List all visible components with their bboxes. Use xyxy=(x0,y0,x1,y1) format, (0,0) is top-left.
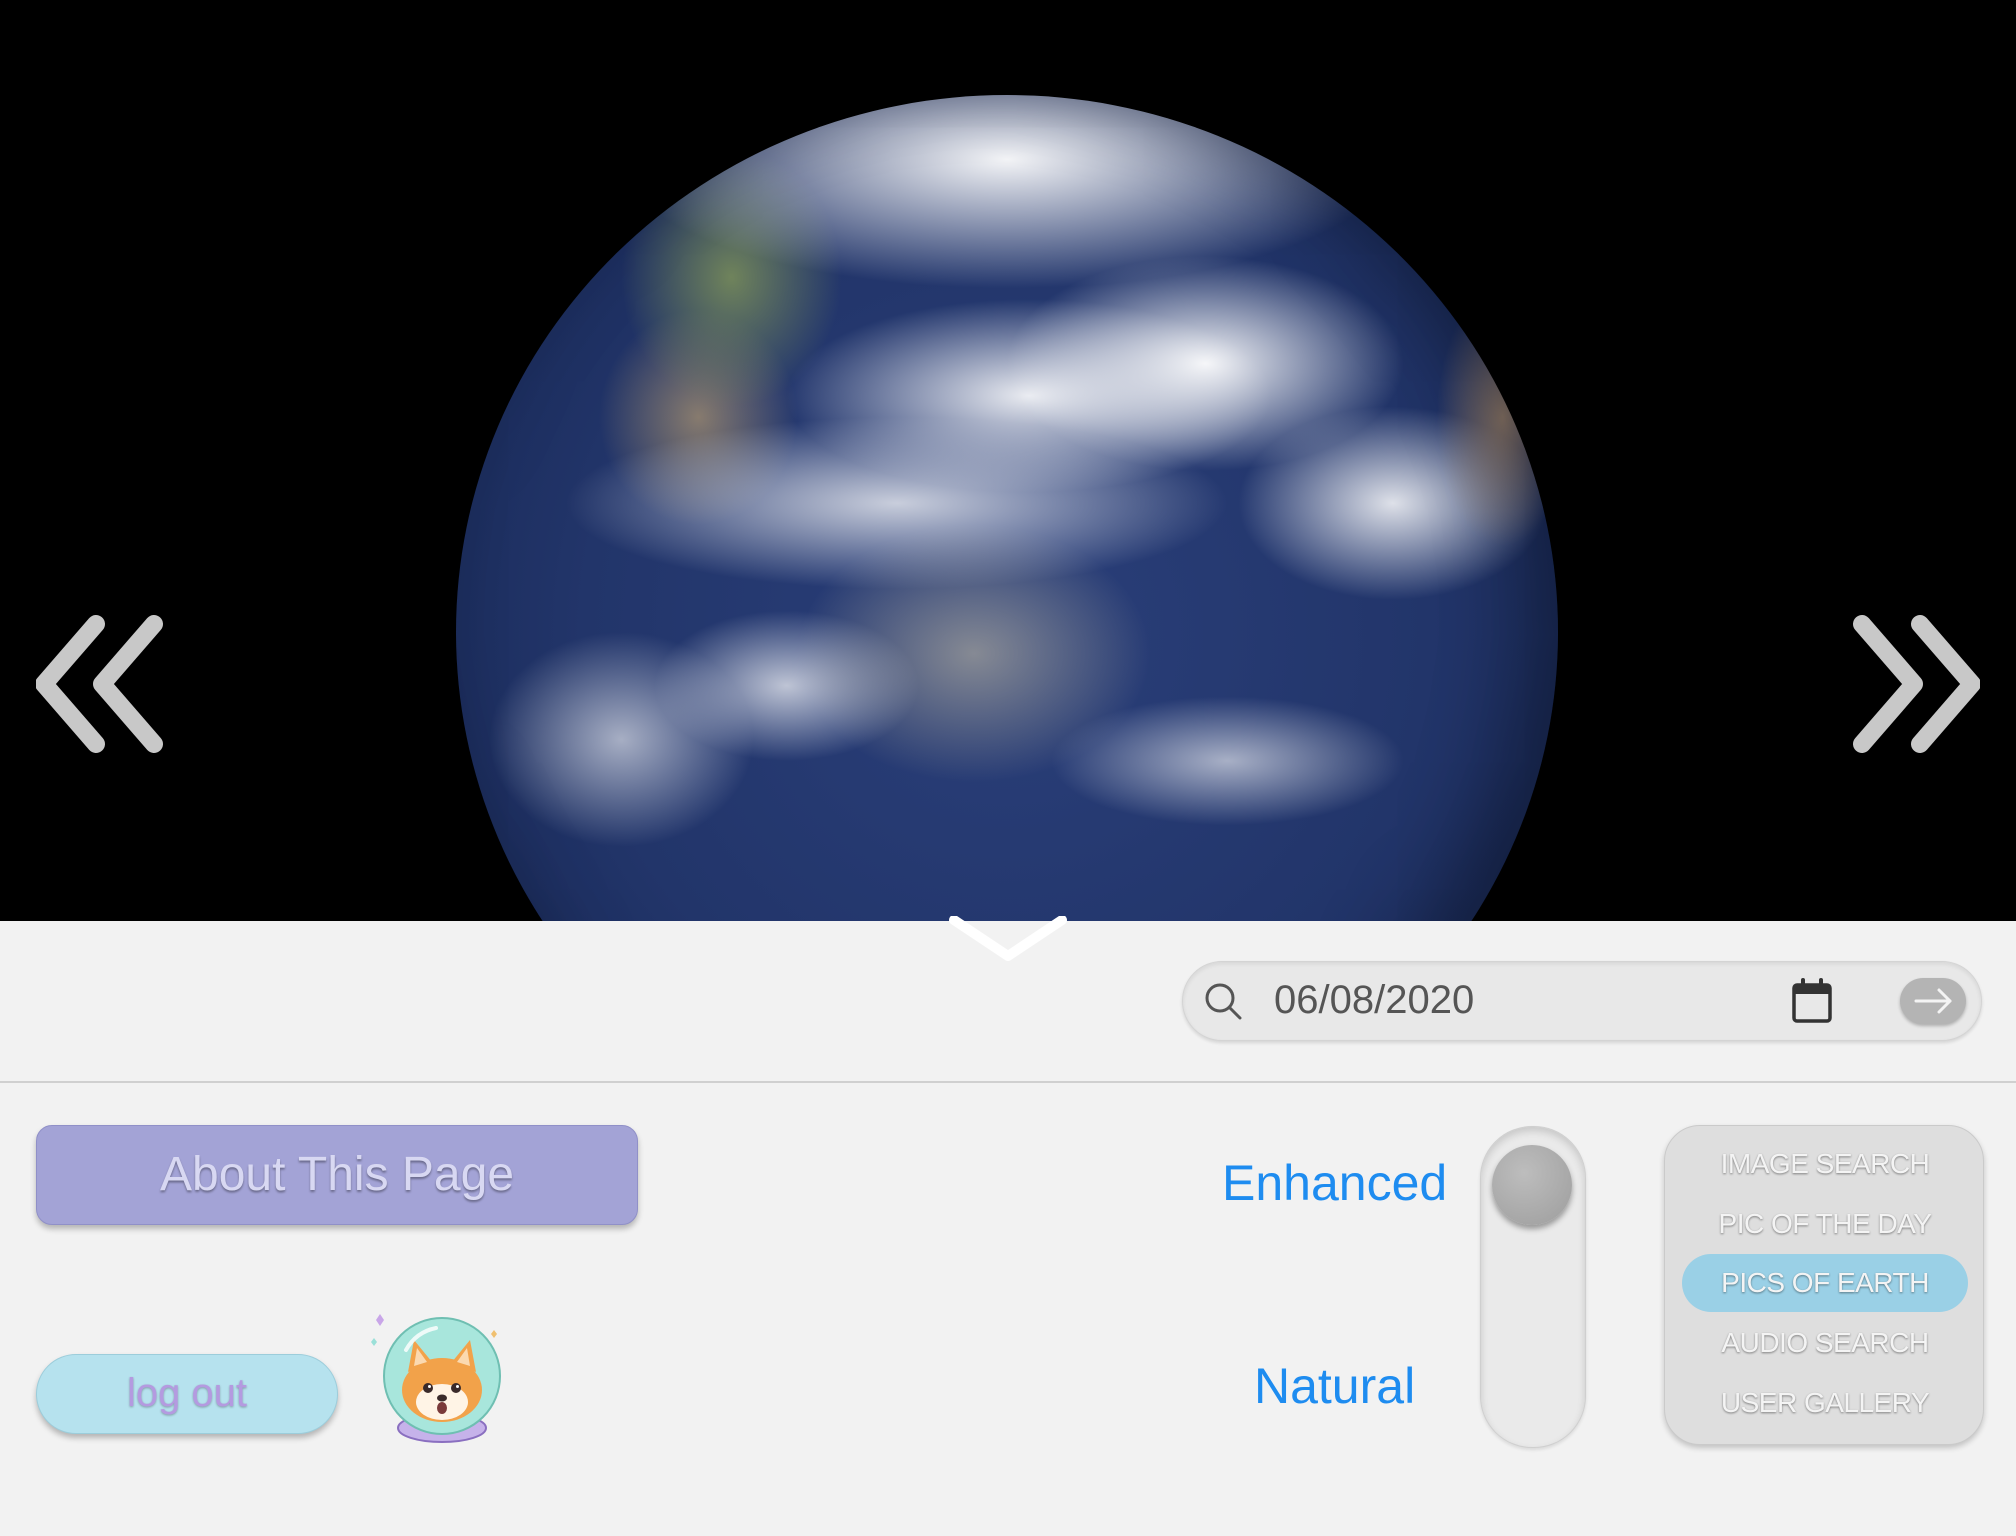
nav-item-pics-of-earth[interactable]: PICS OF EARTH xyxy=(1682,1254,1968,1312)
date-search-input[interactable] xyxy=(1274,971,1754,1029)
double-chevron-right-icon xyxy=(1853,615,1981,753)
next-image-button[interactable] xyxy=(1850,614,1981,754)
nav-item-user-gallery[interactable]: USER GALLERY xyxy=(1682,1374,1968,1432)
arrow-right-icon xyxy=(1914,988,1952,1014)
earth-image xyxy=(456,95,1558,921)
nav-item-audio-search[interactable]: AUDIO SEARCH xyxy=(1682,1314,1968,1372)
previous-image-button[interactable] xyxy=(35,614,166,754)
collapse-panel-button[interactable] xyxy=(948,915,1068,966)
image-mode-toggle-knob[interactable] xyxy=(1492,1145,1572,1225)
nav-item-pic-of-the-day[interactable]: PIC OF THE DAY xyxy=(1682,1195,1968,1253)
about-this-page-button[interactable]: About This Page xyxy=(36,1125,638,1225)
nav-item-image-search[interactable]: IMAGE SEARCH xyxy=(1682,1135,1968,1193)
sparkle-icon xyxy=(491,1330,497,1338)
pics-of-earth-page: About This Page log out Enhanced Natural… xyxy=(0,0,2016,1536)
search-icon xyxy=(1205,983,1242,1020)
toggle-label-natural[interactable]: Natural xyxy=(1254,1357,1415,1415)
toggle-label-enhanced[interactable]: Enhanced xyxy=(1222,1154,1447,1212)
double-chevron-left-icon xyxy=(35,615,163,753)
earth-image-viewer xyxy=(0,0,2016,921)
logout-button[interactable]: log out xyxy=(36,1354,338,1434)
panel-divider xyxy=(0,1081,2016,1083)
avatar xyxy=(371,1314,501,1443)
sparkle-icon xyxy=(376,1314,384,1326)
calendar-icon[interactable] xyxy=(1790,978,1834,1024)
sparkle-icon xyxy=(371,1338,377,1346)
search-submit-button[interactable] xyxy=(1900,978,1966,1024)
chevron-down-icon xyxy=(949,915,1067,961)
